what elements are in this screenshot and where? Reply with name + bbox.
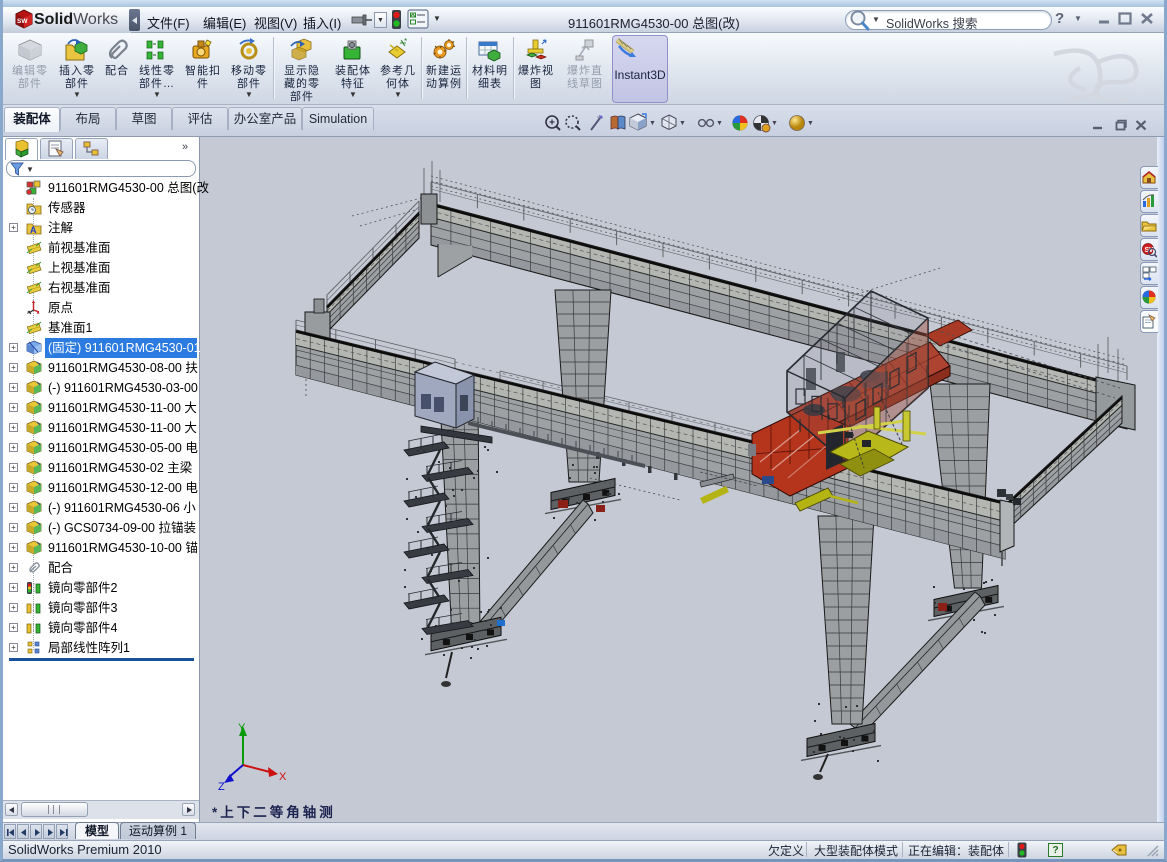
svg-text:Y: Y xyxy=(238,722,246,734)
svg-text:X: X xyxy=(279,771,287,783)
svg-text:*: * xyxy=(404,38,408,46)
svg-text:SW: SW xyxy=(1145,247,1157,254)
svg-text:Z: Z xyxy=(218,781,225,793)
svg-text:SW: SW xyxy=(17,18,28,25)
svg-text:A: A xyxy=(30,225,37,235)
